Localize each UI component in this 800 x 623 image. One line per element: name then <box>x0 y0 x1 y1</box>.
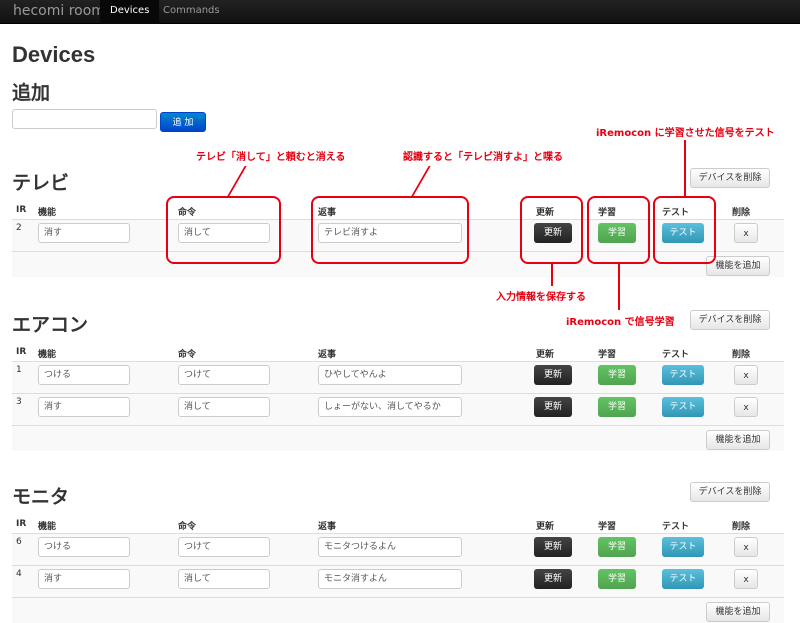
learn-button[interactable]: 学習 <box>598 537 636 557</box>
reply-input[interactable]: しょーがない、消してやるか <box>318 397 462 417</box>
delete-device-button[interactable]: デバイスを削除 <box>690 482 770 502</box>
header-delete: 削除 <box>732 208 751 218</box>
reply-input[interactable]: モニタ消すよん <box>318 569 462 589</box>
header-ir: IR <box>16 205 27 215</box>
pointer-line <box>618 264 620 310</box>
update-button[interactable]: 更新 <box>534 397 572 417</box>
table-footer: 機能を追加 <box>12 597 784 623</box>
delete-row-button[interactable]: x <box>734 223 758 243</box>
header-test: テスト <box>662 522 690 532</box>
header-reply: 返事 <box>318 522 337 532</box>
reply-input[interactable]: モニタつけるよん <box>318 537 462 557</box>
header-learn: 学習 <box>598 522 617 532</box>
test-button[interactable]: テスト <box>662 537 704 557</box>
highlight-reply <box>311 196 469 264</box>
pointer-line <box>551 264 553 286</box>
delete-row-button[interactable]: x <box>734 365 758 385</box>
header-reply: 返事 <box>318 350 337 360</box>
function-input[interactable]: 消す <box>38 569 130 589</box>
command-input[interactable]: つけて <box>178 365 270 385</box>
header-delete: 削除 <box>732 522 751 532</box>
highlight-learn <box>587 196 650 264</box>
test-button[interactable]: テスト <box>662 397 704 417</box>
table-row: 3 消す 消して しょーがない、消してやるか 更新 学習 テスト x <box>12 393 784 425</box>
add-function-button[interactable]: 機能を追加 <box>706 256 770 276</box>
annotation-update: 入力情報を保存する <box>496 292 586 303</box>
header-test: テスト <box>662 350 690 360</box>
ir-value: 1 <box>16 365 22 375</box>
ir-value: 3 <box>16 397 22 407</box>
learn-button[interactable]: 学習 <box>598 397 636 417</box>
delete-device-button[interactable]: デバイスを削除 <box>690 310 770 330</box>
header-command: 命令 <box>178 350 197 360</box>
header-ir: IR <box>16 519 27 529</box>
test-button[interactable]: テスト <box>662 569 704 589</box>
add-heading: 追加 <box>12 82 51 104</box>
function-input[interactable]: つける <box>38 537 130 557</box>
delete-row-button[interactable]: x <box>734 569 758 589</box>
annotation-test: iRemocon に学習させた信号をテスト <box>596 128 775 139</box>
delete-row-button[interactable]: x <box>734 397 758 417</box>
function-input[interactable]: つける <box>38 365 130 385</box>
annotation-reply: 認識すると「テレビ消すよ」と喋る <box>403 152 563 163</box>
nav-commands[interactable]: Commands <box>153 0 230 24</box>
delete-row-button[interactable]: x <box>734 537 758 557</box>
reply-input[interactable]: ひやしてやんよ <box>318 365 462 385</box>
ir-value: 2 <box>16 223 22 233</box>
add-function-button[interactable]: 機能を追加 <box>706 602 770 622</box>
table-footer: 機能を追加 <box>12 425 784 451</box>
highlight-update <box>520 196 583 264</box>
update-button[interactable]: 更新 <box>534 365 572 385</box>
header-update: 更新 <box>536 350 555 360</box>
device-name: モニタ <box>12 486 70 508</box>
device-name: エアコン <box>12 314 89 336</box>
annotation-command: テレビ「消して」と頼むと消える <box>196 152 346 163</box>
device-name: テレビ <box>12 172 70 194</box>
command-input[interactable]: 消して <box>178 569 270 589</box>
add-device-button[interactable]: 追 加 <box>160 112 206 132</box>
function-input[interactable]: 消す <box>38 397 130 417</box>
pointer-line <box>227 166 247 196</box>
header-ir: IR <box>16 347 27 357</box>
table-row: 4 消す 消して モニタ消すよん 更新 学習 テスト x <box>12 565 784 597</box>
annotation-learn: iRemocon で信号学習 <box>566 317 675 328</box>
ir-value: 4 <box>16 569 22 579</box>
highlight-command <box>166 196 281 264</box>
command-input[interactable]: つけて <box>178 537 270 557</box>
command-input[interactable]: 消して <box>178 397 270 417</box>
header-function: 機能 <box>38 208 57 218</box>
update-button[interactable]: 更新 <box>534 569 572 589</box>
learn-button[interactable]: 学習 <box>598 365 636 385</box>
table-row: 6 つける つけて モニタつけるよん 更新 学習 テスト x <box>12 533 784 565</box>
update-button[interactable]: 更新 <box>534 537 572 557</box>
nav-devices[interactable]: Devices <box>100 0 160 24</box>
test-button[interactable]: テスト <box>662 365 704 385</box>
highlight-test <box>653 196 716 264</box>
delete-device-button[interactable]: デバイスを削除 <box>690 168 770 188</box>
ir-value: 6 <box>16 537 22 547</box>
pointer-line <box>684 140 686 196</box>
table-row: 1 つける つけて ひやしてやんよ 更新 学習 テスト x <box>12 361 784 393</box>
header-delete: 削除 <box>732 350 751 360</box>
learn-button[interactable]: 学習 <box>598 569 636 589</box>
navbar: hecomi room Devices Commands <box>0 0 800 24</box>
brand[interactable]: hecomi room <box>13 3 105 19</box>
header-command: 命令 <box>178 522 197 532</box>
header-learn: 学習 <box>598 350 617 360</box>
header-function: 機能 <box>38 350 57 360</box>
function-input[interactable]: 消す <box>38 223 130 243</box>
header-function: 機能 <box>38 522 57 532</box>
device-name-input[interactable] <box>12 109 157 129</box>
pointer-line <box>411 166 431 196</box>
page-title: Devices <box>12 42 96 67</box>
add-function-button[interactable]: 機能を追加 <box>706 430 770 450</box>
header-update: 更新 <box>536 522 555 532</box>
